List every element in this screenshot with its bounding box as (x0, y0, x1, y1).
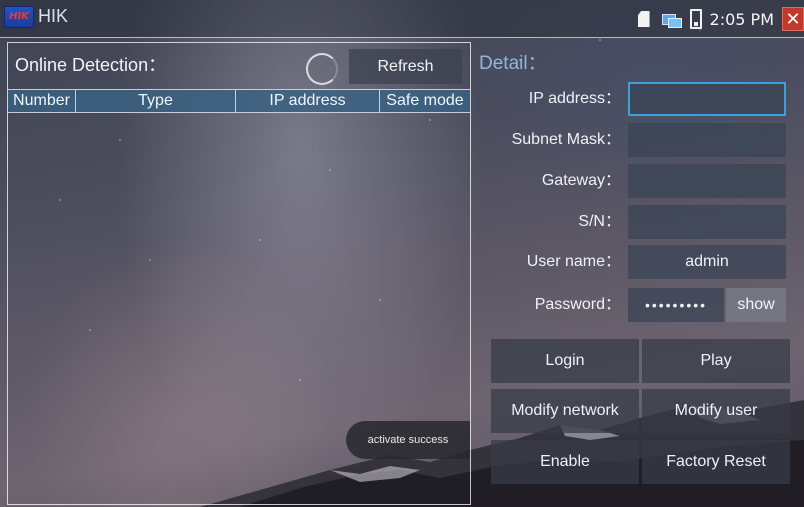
show-password-button[interactable]: show (726, 288, 786, 322)
detail-panel: Detail： IP address： Subnet Mask： Gateway… (473, 42, 803, 505)
app-title: HIK (38, 6, 69, 26)
ip-address-label: IP address： (528, 90, 621, 107)
gateway-label: Gateway： (541, 172, 621, 189)
column-header-number[interactable]: Number (8, 90, 76, 112)
enable-button[interactable]: Enable (491, 440, 639, 484)
user-name-row: User name： (473, 245, 803, 281)
serial-number-input[interactable] (628, 205, 786, 239)
password-input[interactable] (628, 288, 724, 322)
login-button[interactable]: Login (491, 339, 639, 383)
ip-address-row: IP address： (473, 82, 803, 118)
close-icon: ✕ (785, 8, 801, 30)
modify-user-button[interactable]: Modify user (642, 389, 790, 433)
subnet-mask-row: Subnet Mask： (473, 123, 803, 159)
toast-message: activate success (346, 421, 470, 459)
column-header-safe-mode[interactable]: Safe mode (380, 90, 470, 112)
gateway-input[interactable] (628, 164, 786, 198)
serial-number-row: S/N： (473, 205, 803, 241)
ip-address-input[interactable] (628, 82, 786, 116)
password-label: Password： (534, 296, 621, 313)
subnet-mask-input[interactable] (628, 123, 786, 157)
user-name-label: User name： (526, 253, 621, 270)
column-header-ip-address[interactable]: IP address (236, 90, 380, 112)
password-row: Password： show (473, 288, 803, 324)
user-name-input[interactable] (628, 245, 786, 279)
close-button[interactable]: ✕ (782, 7, 804, 31)
online-detection-title: Online Detection： (15, 55, 167, 75)
sd-card-icon (637, 11, 650, 27)
modify-network-button[interactable]: Modify network (491, 389, 639, 433)
app-logo-icon: HIK (4, 5, 34, 28)
online-detection-panel: Online Detection： Refresh Number Type IP… (7, 42, 471, 505)
play-button[interactable]: Play (642, 339, 790, 383)
device-table-header: Number Type IP address Safe mode (8, 89, 470, 113)
detail-title: Detail： (479, 53, 547, 74)
subnet-mask-label: Subnet Mask： (511, 131, 621, 148)
status-bar: HIK HIK 2:05 PM ✕ (0, 0, 804, 38)
serial-number-label: S/N： (578, 213, 621, 230)
battery-icon (689, 9, 702, 29)
clock: 2:05 PM (709, 9, 774, 29)
status-indicators: 2:05 PM ✕ (637, 0, 804, 38)
refresh-button[interactable]: Refresh (349, 49, 462, 84)
network-icon (661, 12, 682, 28)
factory-reset-button[interactable]: Factory Reset (642, 440, 790, 484)
column-header-type[interactable]: Type (76, 90, 236, 112)
gateway-row: Gateway： (473, 164, 803, 200)
loading-spinner-icon (306, 53, 338, 85)
